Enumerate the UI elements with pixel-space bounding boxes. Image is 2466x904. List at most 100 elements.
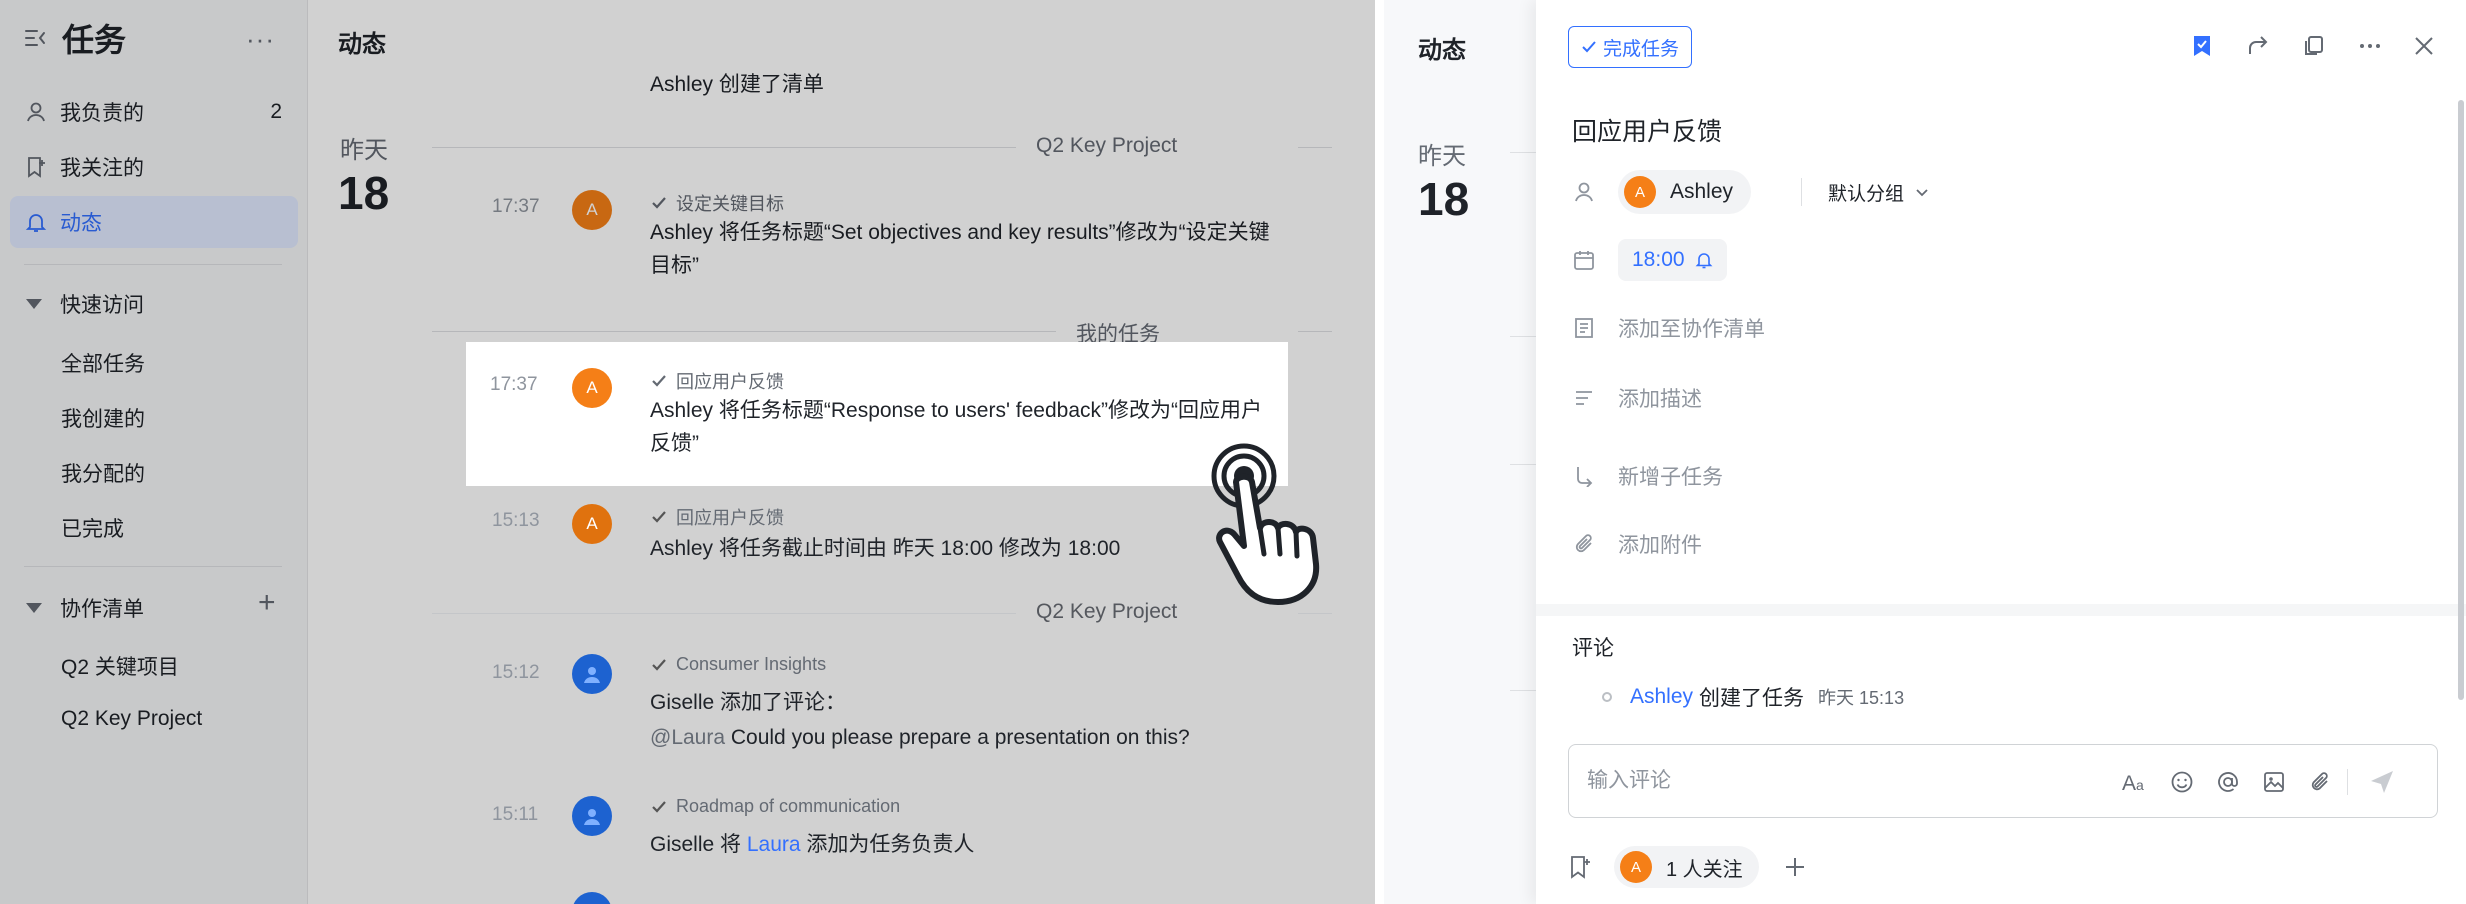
- mention-icon[interactable]: [2211, 765, 2245, 799]
- copy-icon[interactable]: [2298, 30, 2330, 62]
- task-detail-panel: 完成任务 回应用户反馈 A Ashley 默认分组 18:00 添加至协作清单 …: [1536, 0, 2466, 904]
- task-tag[interactable]: 设定关键目标: [650, 190, 784, 216]
- sidebar-divider: [24, 264, 282, 265]
- assignee-chip[interactable]: A Ashley: [1618, 170, 1752, 214]
- comment-box: Aa: [1568, 744, 2438, 818]
- bookmark-icon: [24, 155, 48, 179]
- task-title[interactable]: 回应用户反馈: [1572, 112, 1722, 148]
- due-row: 18:00: [1572, 238, 1727, 282]
- day-number: 18: [1418, 173, 1470, 225]
- emoji-icon[interactable]: [2165, 765, 2199, 799]
- share-icon[interactable]: [2242, 30, 2274, 62]
- text-format-icon[interactable]: Aa: [2119, 765, 2153, 799]
- sidebar-item-created[interactable]: 我创建的: [61, 403, 145, 433]
- avatar: A: [572, 190, 612, 230]
- list-icon: [1572, 316, 1596, 340]
- task-count-badge: 2: [270, 100, 282, 123]
- assignee-row: A Ashley 默认分组: [1572, 170, 1930, 214]
- check-icon: [650, 194, 668, 212]
- feed-title: 动态: [1418, 37, 1466, 64]
- sidebar-item-list-q2-cn[interactable]: Q2 关键项目: [61, 651, 179, 681]
- paperclip-icon: [1572, 532, 1596, 556]
- svg-text:a: a: [2136, 777, 2144, 793]
- tap-hand-icon: [1211, 443, 1320, 605]
- collab-list-group[interactable]: 协作清单: [26, 588, 144, 628]
- day-label: 昨天: [340, 137, 388, 164]
- more-options-icon[interactable]: [2354, 30, 2386, 62]
- sidebar-title: 任务: [62, 22, 127, 58]
- check-icon: [1581, 39, 1597, 55]
- sidebar-item-all-tasks[interactable]: 全部任务: [61, 348, 145, 378]
- caret-down-icon: [26, 299, 42, 309]
- feed-title: 动态: [338, 31, 386, 58]
- activity-feed-partial: 动态 昨天 18: [1384, 0, 1536, 904]
- bookmark-check-icon[interactable]: [2186, 30, 2218, 62]
- group-header: 我的任务: [432, 318, 1332, 346]
- paperclip-icon[interactable]: [2303, 765, 2337, 799]
- calendar-icon: [1572, 248, 1596, 272]
- comment-input[interactable]: [1587, 765, 2087, 797]
- close-icon[interactable]: [2408, 30, 2440, 62]
- timeline-dot: [1602, 692, 1612, 702]
- day-number: 18: [338, 167, 390, 219]
- add-subtask-row[interactable]: 新增子任务: [1572, 454, 1723, 498]
- day-label: 昨天: [1418, 143, 1466, 170]
- followers-bar: A 1 人关注: [1568, 846, 1807, 888]
- sidebar-item-following[interactable]: 我关注的: [10, 141, 298, 193]
- person-icon: [24, 100, 48, 124]
- section-divider: [1536, 604, 2466, 616]
- sidebar-item-label: 我关注的: [60, 157, 144, 180]
- task-tag[interactable]: 回应用户反馈: [650, 368, 784, 394]
- bell-icon: [1695, 253, 1712, 269]
- user-link[interactable]: Ashley: [1630, 685, 1693, 709]
- quick-access-group[interactable]: 快速访问: [26, 284, 144, 324]
- add-to-list-row[interactable]: 添加至协作清单: [1572, 306, 1765, 350]
- activity-line: Ashley 创建了任务 昨天 15:13: [1602, 682, 1904, 712]
- collapse-sidebar-icon[interactable]: [22, 25, 48, 51]
- sidebar-item-activity[interactable]: 动态: [10, 196, 298, 248]
- group-header: Q2 Key Project: [432, 134, 1332, 160]
- add-follower-icon[interactable]: [1783, 855, 1807, 879]
- sidebar-item-list-q2-en[interactable]: Q2 Key Project: [61, 707, 202, 731]
- add-attachment-row[interactable]: 添加附件: [1572, 522, 1702, 566]
- sidebar-header: 任务: [22, 18, 126, 58]
- text-lines-icon: [1572, 386, 1596, 410]
- caret-down-icon: [26, 603, 42, 613]
- avatar: A: [1620, 851, 1652, 883]
- left-screenshot: 任务 ··· 我负责的 2 我关注的 动态 快速访问 全部任务 我创建的 我分配…: [0, 0, 1375, 904]
- group-label: 快速访问: [60, 294, 144, 317]
- send-icon[interactable]: [2365, 765, 2399, 799]
- subtask-icon: [1572, 464, 1596, 488]
- comments-title: 评论: [1572, 637, 1614, 660]
- chevron-down-icon: [1916, 189, 1928, 197]
- sidebar-divider: [24, 566, 282, 567]
- highlighted-feed-entry[interactable]: 17:37 A 回应用户反馈 Ashley 将任务标题“Response to …: [466, 342, 1288, 486]
- group-select[interactable]: 默认分组: [1828, 179, 1930, 206]
- avatar: A: [1624, 176, 1656, 208]
- feed-message: Ashley 将任务标题“Set objectives and key resu…: [650, 221, 1270, 277]
- sidebar-item-assigned[interactable]: 我分配的: [61, 458, 145, 488]
- person-icon: [1572, 180, 1596, 204]
- sidebar-item-label: 动态: [60, 212, 102, 235]
- svg-text:A: A: [2122, 772, 2136, 794]
- complete-task-button[interactable]: 完成任务: [1568, 26, 1693, 68]
- bell-icon: [24, 210, 48, 234]
- more-options-icon[interactable]: ···: [246, 24, 275, 55]
- add-description-row[interactable]: 添加描述: [1572, 376, 1702, 420]
- add-list-button[interactable]: +: [258, 586, 276, 620]
- avatar: A: [572, 368, 612, 408]
- sidebar-item-completed[interactable]: 已完成: [61, 513, 124, 543]
- image-icon[interactable]: [2257, 765, 2291, 799]
- feed-truncated-entry: Ashley 创建了清单: [650, 73, 824, 96]
- scrollbar[interactable]: [2458, 100, 2464, 700]
- screenshot-divider: [1375, 0, 1384, 904]
- follow-bookmark-icon[interactable]: [1568, 855, 1592, 879]
- check-icon: [650, 372, 668, 390]
- sidebar: 任务 ··· 我负责的 2 我关注的 动态 快速访问 全部任务 我创建的 我分配…: [0, 0, 308, 904]
- sidebar-item-my-tasks[interactable]: 我负责的 2: [10, 86, 298, 138]
- right-screenshot: 动态 昨天 18 完成任务 回应用户反馈 A Ashley 默认分组 18:00…: [1384, 0, 2466, 904]
- followers-chip[interactable]: A 1 人关注: [1614, 846, 1759, 888]
- feed-message: Ashley 将任务标题“Response to users' feedback…: [650, 399, 1263, 455]
- group-label: 协作清单: [60, 598, 144, 621]
- due-time-chip[interactable]: 18:00: [1618, 239, 1727, 281]
